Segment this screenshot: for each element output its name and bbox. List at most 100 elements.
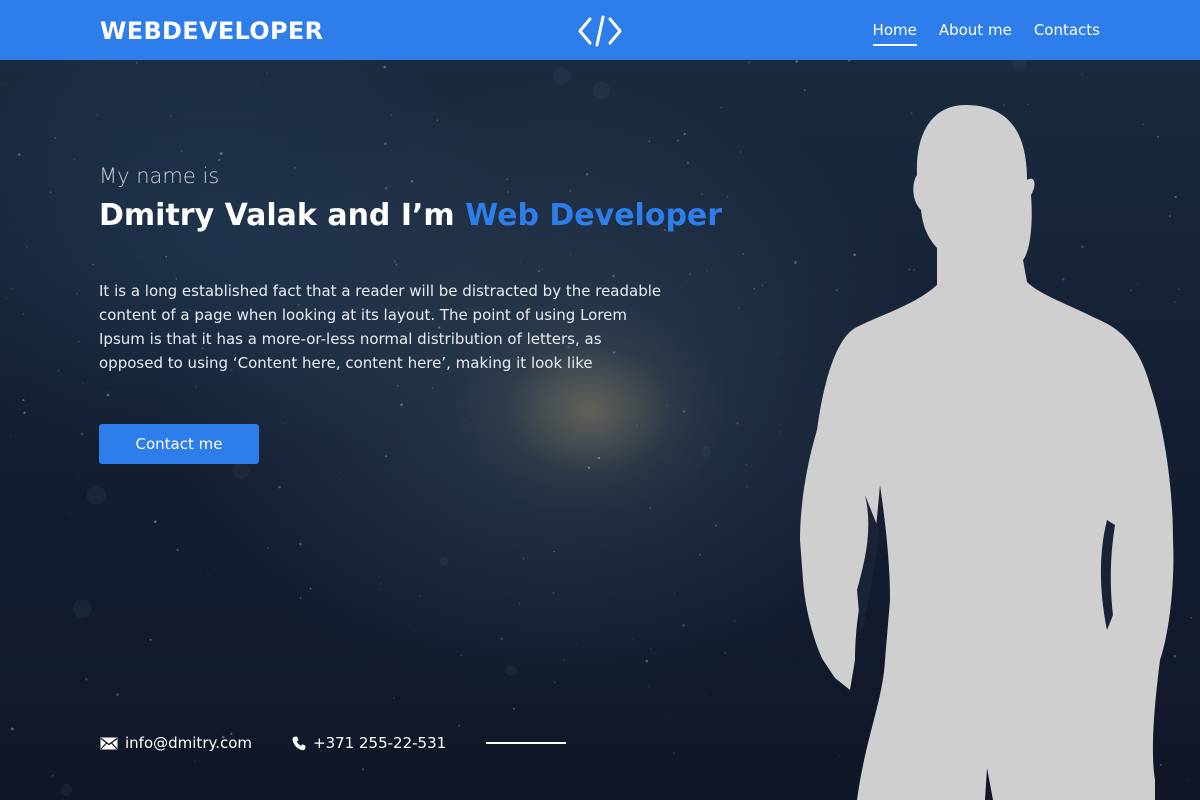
star-dot (666, 404, 668, 407)
star-dot (457, 724, 461, 727)
star-dot (795, 60, 798, 63)
star-dot (82, 382, 84, 384)
star-dot (628, 578, 630, 580)
star-dot (742, 253, 745, 255)
star-dot (648, 140, 651, 142)
star-dot (257, 85, 259, 87)
star-dot (384, 186, 388, 190)
star-dot (569, 189, 572, 192)
star-dot (14, 230, 16, 232)
main-nav: Home About me Contacts (872, 21, 1100, 46)
bokeh-dot (1011, 60, 1027, 71)
star-dot (299, 597, 302, 600)
top-navbar: WEBDEVELOPER Home About me Contacts (0, 0, 1200, 60)
star-dot (673, 752, 675, 754)
contact-bar: info@dmitry.com +371 255-22-531 (100, 734, 567, 752)
star-dot (706, 269, 709, 272)
star-dot (538, 270, 540, 272)
star-dot (766, 594, 767, 596)
envelope-icon (100, 737, 118, 749)
star-dot (76, 292, 78, 295)
star-dot (563, 658, 566, 661)
nav-contacts[interactable]: Contacts (1034, 21, 1100, 45)
star-dot (85, 678, 88, 681)
star-dot (552, 591, 555, 595)
nav-about-me[interactable]: About me (939, 21, 1012, 45)
star-dot (10, 434, 11, 436)
star-dot (309, 587, 312, 590)
star-dot (583, 776, 584, 778)
star-dot (1081, 74, 1083, 76)
star-dot (283, 422, 286, 425)
star-dot (165, 255, 168, 258)
star-dot (745, 463, 748, 466)
star-dot (92, 263, 94, 266)
star-dot (522, 557, 525, 560)
star-dot (553, 550, 555, 553)
star-dot (761, 284, 764, 287)
page: WEBDEVELOPER Home About me Contacts My n… (0, 0, 1200, 800)
star-dot (513, 707, 515, 710)
star-dot (436, 119, 439, 121)
star-dot (645, 659, 649, 663)
star-dot (1190, 616, 1192, 619)
star-dot (631, 638, 633, 640)
star-dot (6, 297, 8, 299)
star-dot (1186, 779, 1188, 781)
star-dot (700, 193, 704, 196)
star-dot (687, 280, 689, 282)
star-dot (519, 602, 521, 604)
code-brackets-icon[interactable] (577, 14, 623, 48)
star-dot (519, 261, 522, 263)
star-dot (153, 520, 157, 524)
brand-logo[interactable]: WEBDEVELOPER (100, 17, 323, 45)
bokeh-dot (60, 783, 73, 797)
star-dot (180, 150, 183, 152)
star-dot (724, 652, 727, 655)
star-dot (149, 638, 152, 641)
star-dot (379, 582, 382, 585)
bokeh-dot (553, 67, 571, 85)
star-dot (636, 424, 639, 427)
star-dot (649, 507, 652, 509)
star-dot (682, 410, 686, 413)
star-dot (704, 694, 706, 696)
star-dot (11, 287, 13, 290)
star-dot (803, 89, 806, 91)
star-dot (74, 159, 76, 161)
star-dot (753, 287, 756, 290)
star-dot (135, 61, 139, 64)
intro-text: My name is (99, 164, 220, 188)
star-dot (715, 524, 717, 527)
star-dot (676, 139, 680, 142)
star-dot (17, 153, 21, 156)
bokeh-dot (700, 446, 711, 457)
star-dot (385, 723, 387, 725)
star-dot (743, 275, 745, 277)
star-dot (506, 178, 509, 180)
bokeh-dot (86, 485, 106, 505)
star-dot (575, 643, 577, 644)
star-dot (228, 95, 230, 97)
star-dot (683, 132, 686, 136)
star-dot (460, 654, 462, 657)
nav-home[interactable]: Home (872, 21, 918, 46)
star-dot (720, 107, 722, 109)
star-dot (465, 418, 467, 420)
star-dot (408, 624, 410, 626)
contact-me-button[interactable]: Contact me (99, 424, 259, 464)
email-contact[interactable]: info@dmitry.com (100, 734, 252, 752)
star-dot (106, 391, 108, 393)
bokeh-dot (72, 599, 92, 618)
decorative-divider (486, 742, 567, 744)
bokeh-dot (232, 461, 250, 479)
star-dot (306, 396, 307, 398)
star-dot (80, 432, 84, 436)
star-dot (274, 550, 275, 552)
phone-text: +371 255-22-531 (313, 734, 447, 752)
star-dot (543, 764, 545, 766)
star-dot (648, 686, 650, 687)
star-dot (26, 246, 28, 248)
phone-contact[interactable]: +371 255-22-531 (292, 734, 446, 752)
star-dot (361, 768, 364, 771)
